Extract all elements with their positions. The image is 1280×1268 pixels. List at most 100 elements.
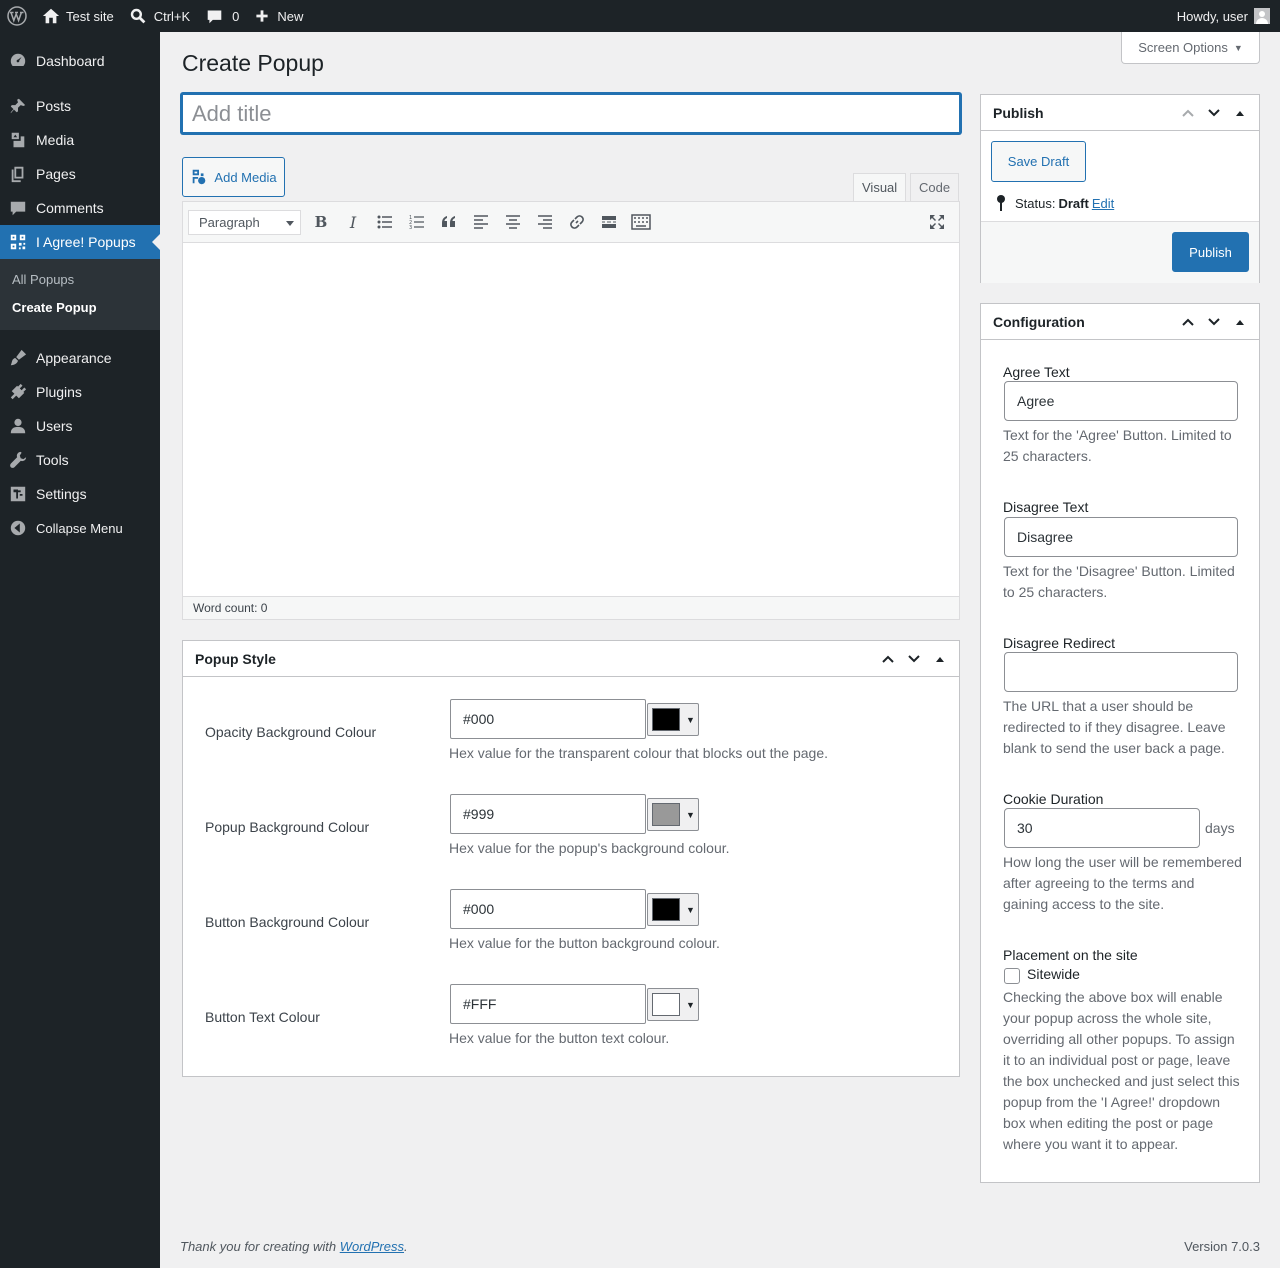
howdy-text: Howdy, user <box>1176 8 1248 24</box>
menu-label: Pages <box>36 166 76 182</box>
popup-background-colour-picker[interactable]: ▼ <box>647 798 699 831</box>
menu-pages[interactable]: Pages <box>0 157 160 191</box>
chevron-up-icon <box>882 655 894 663</box>
move-down-button[interactable] <box>901 641 927 677</box>
command-palette-button[interactable]: Ctrl+K <box>122 0 198 32</box>
wordpress-link[interactable]: WordPress <box>340 1239 404 1254</box>
comment-icon <box>8 198 28 218</box>
editor-content-area[interactable] <box>183 243 959 597</box>
align-right-button[interactable] <box>529 207 561 237</box>
configuration-box-title: Configuration <box>993 313 1085 330</box>
menu-label: Tools <box>36 452 69 468</box>
new-content-link[interactable]: New <box>247 0 311 32</box>
add-media-button[interactable]: Add Media <box>182 157 285 197</box>
my-account[interactable]: Howdy, user <box>1177 8 1280 24</box>
wrench-icon <box>8 450 28 470</box>
triangle-up-icon <box>1236 111 1244 116</box>
format-select[interactable]: Paragraph <box>188 209 301 235</box>
screen-options-button[interactable]: Screen Options ▼ <box>1121 32 1260 64</box>
collapse-menu-button[interactable]: Collapse Menu <box>0 511 160 545</box>
menu-plugins[interactable]: Plugins <box>0 375 160 409</box>
popups-submenu: All Popups Create Popup <box>0 259 160 330</box>
placement-description: Checking the above box will enable your … <box>1003 989 1240 1152</box>
submenu-create-popup[interactable]: Create Popup <box>0 294 160 322</box>
disagree-text-input[interactable] <box>1004 517 1238 557</box>
triangle-up-icon <box>936 657 944 662</box>
insert-link-button[interactable] <box>561 207 593 237</box>
button-text-colour-picker[interactable]: ▼ <box>647 988 699 1021</box>
keyboard-icon <box>631 214 651 230</box>
comments-count: 0 <box>232 8 240 24</box>
menu-posts[interactable]: Posts <box>0 89 160 123</box>
menu-appearance[interactable]: Appearance <box>0 341 160 375</box>
publish-button[interactable]: Publish <box>1172 232 1249 272</box>
menu-dashboard[interactable]: Dashboard <box>0 44 160 78</box>
move-down-button[interactable] <box>1201 95 1227 131</box>
menu-users[interactable]: Users <box>0 409 160 443</box>
disagree-redirect-description: The URL that a user should be redirected… <box>1003 698 1226 756</box>
button-background-colour-description: Hex value for the button background colo… <box>449 935 720 951</box>
italic-button[interactable]: I <box>337 207 369 237</box>
wordpress-logo-icon[interactable] <box>0 0 34 32</box>
opacity-background-colour-picker[interactable]: ▼ <box>647 703 699 736</box>
bullet-list-button[interactable] <box>369 207 401 237</box>
menu-settings[interactable]: Settings <box>0 477 160 511</box>
agree-text-input[interactable] <box>1004 381 1238 421</box>
move-down-button[interactable] <box>1201 304 1227 340</box>
menu-comments[interactable]: Comments <box>0 191 160 225</box>
save-draft-button[interactable]: Save Draft <box>991 141 1086 182</box>
disagree-redirect-input[interactable] <box>1004 652 1238 692</box>
toggle-panel-button[interactable] <box>927 641 953 677</box>
numbered-list-button[interactable]: 123 <box>401 207 433 237</box>
cookie-duration-input[interactable] <box>1004 808 1200 848</box>
bold-button[interactable]: B <box>305 207 337 237</box>
site-name-link[interactable]: Test site <box>34 0 122 32</box>
toggle-panel-button[interactable] <box>1227 95 1253 131</box>
menu-media[interactable]: Media <box>0 123 160 157</box>
edit-status-link[interactable]: Edit <box>1092 196 1114 211</box>
sitewide-label[interactable]: Sitewide <box>1027 966 1080 982</box>
popup-background-colour-input[interactable] <box>450 794 646 834</box>
move-up-button[interactable] <box>1175 304 1201 340</box>
button-background-colour-input[interactable] <box>450 889 646 929</box>
pin-icon <box>8 96 28 116</box>
read-more-button[interactable] <box>593 207 625 237</box>
disagree-text-description: Text for the 'Disagree' Button. Limited … <box>1003 563 1235 600</box>
align-center-button[interactable] <box>497 207 529 237</box>
comments-link[interactable]: 0 <box>198 0 247 32</box>
fullscreen-button[interactable] <box>921 207 953 237</box>
toggle-panel-button[interactable] <box>1227 304 1253 340</box>
chevron-down-icon <box>1208 109 1220 117</box>
post-status: Status: Draft Edit <box>995 194 1114 212</box>
button-text-colour-description: Hex value for the button text colour. <box>449 1030 670 1046</box>
align-left-button[interactable] <box>465 207 497 237</box>
tab-visual[interactable]: Visual <box>853 173 907 202</box>
comment-icon <box>207 10 222 23</box>
move-up-button[interactable] <box>875 641 901 677</box>
publish-box: Publish Save Draft Status: Draft Edit Pu… <box>980 94 1260 283</box>
post-title-input[interactable] <box>181 93 961 134</box>
site-name: Test site <box>66 8 114 24</box>
admin-sidebar: Dashboard Posts Media Pages Comments I A… <box>0 32 160 1268</box>
submenu-all-popups[interactable]: All Popups <box>0 266 160 294</box>
screen-options-label: Screen Options <box>1138 40 1228 55</box>
move-up-button[interactable] <box>1175 95 1201 131</box>
blockquote-button[interactable] <box>433 207 465 237</box>
sitewide-checkbox[interactable] <box>1004 968 1020 984</box>
caret-down-icon: ▼ <box>686 809 695 820</box>
tab-code[interactable]: Code <box>910 173 960 202</box>
button-background-colour-picker[interactable]: ▼ <box>647 893 699 926</box>
status-label: Status: <box>1015 195 1056 211</box>
caret-down-icon: ▼ <box>1233 42 1243 53</box>
svg-text:3: 3 <box>409 225 412 230</box>
menu-i-agree-popups[interactable]: I Agree! Popups <box>0 225 160 259</box>
toolbar-toggle-button[interactable] <box>625 207 657 237</box>
agree-text-description: Text for the 'Agree' Button. Limited to … <box>1003 427 1232 464</box>
link-icon <box>570 215 584 229</box>
button-text-colour-input[interactable] <box>450 984 646 1024</box>
menu-tools[interactable]: Tools <box>0 443 160 477</box>
opacity-background-colour-description: Hex value for the transparent colour tha… <box>449 745 829 761</box>
button-text-colour-label: Button Text Colour <box>205 1009 320 1025</box>
agree-text-label: Agree Text <box>1003 364 1070 380</box>
opacity-background-colour-input[interactable] <box>450 699 646 739</box>
